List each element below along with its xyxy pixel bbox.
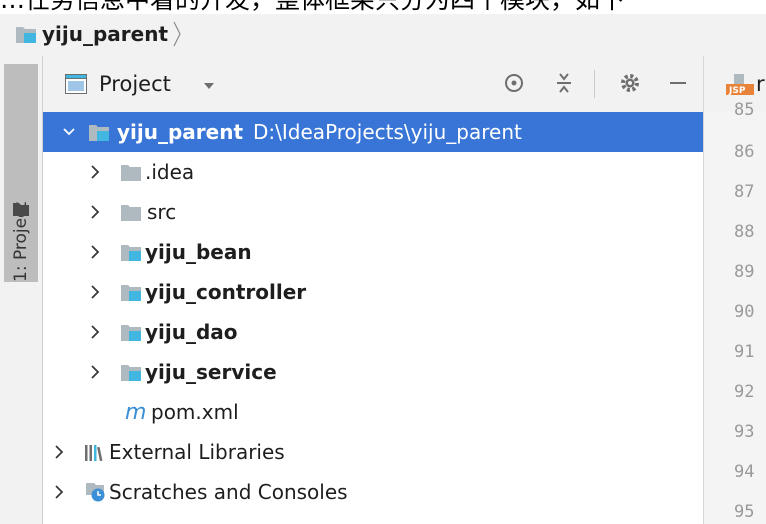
project-view-title[interactable]: Project <box>99 72 171 96</box>
tree-item-label: yiju_bean <box>145 240 252 264</box>
module-folder-icon <box>121 285 141 301</box>
chevron-down-icon[interactable] <box>63 124 75 140</box>
chevron-right-icon[interactable] <box>89 244 101 260</box>
scratches-icon <box>86 483 105 502</box>
chevron-right-icon[interactable] <box>89 284 101 300</box>
editor-area: JSP r 85 86 87 88 89 90 91 92 93 94 95 <box>703 56 766 524</box>
module-folder-icon <box>89 125 109 141</box>
module-folder-icon <box>121 365 141 381</box>
line-number: 88 <box>734 222 755 242</box>
tree-item-label: yiju_service <box>145 360 277 384</box>
maven-file-icon: m <box>125 402 146 422</box>
breadcrumb-chevron-icon <box>173 21 181 47</box>
project-window-icon <box>65 74 87 94</box>
tree-row-src[interactable]: src <box>43 192 703 232</box>
tree-row-root[interactable]: yiju_parent D:\IdeaProjects\yiju_parent <box>43 112 703 152</box>
chevron-right-icon[interactable] <box>53 444 65 460</box>
tree-row-yiju-bean[interactable]: yiju_bean <box>43 232 703 272</box>
chevron-right-icon[interactable] <box>89 364 101 380</box>
tree-row-idea[interactable]: .idea <box>43 152 703 192</box>
line-number: 93 <box>734 422 755 442</box>
line-number: 92 <box>734 382 755 402</box>
tree-row-yiju-dao[interactable]: yiju_dao <box>43 312 703 352</box>
module-folder-icon <box>121 325 141 341</box>
tree-row-pom-xml[interactable]: m pom.xml <box>43 392 703 432</box>
folder-icon <box>13 203 29 216</box>
collapse-all-icon[interactable] <box>553 72 575 94</box>
caption-text: …任务信息中着的开发，整体框架只分为四个模块，如下 <box>0 0 625 13</box>
navigation-bar: yiju_parent <box>0 14 766 56</box>
jsp-file-icon: JSP <box>726 74 754 96</box>
folder-icon <box>121 205 141 221</box>
tree-item-label: .idea <box>145 160 195 184</box>
project-panel-header: Project <box>43 56 703 112</box>
breadcrumb-label: yiju_parent <box>42 22 169 46</box>
minimize-icon[interactable] <box>667 72 689 94</box>
chevron-right-icon[interactable] <box>53 484 65 500</box>
editor-tab-label: r <box>756 72 765 96</box>
view-dropdown-icon[interactable] <box>203 82 215 90</box>
folder-icon <box>121 165 141 181</box>
chevron-right-icon[interactable] <box>89 204 101 220</box>
tool-window-bar: 1: Project <box>0 56 43 524</box>
gear-icon[interactable] <box>619 72 641 94</box>
tree-item-label: External Libraries <box>109 440 285 464</box>
module-folder-icon <box>16 27 36 43</box>
tree-item-label: yiju_parent <box>117 120 244 144</box>
tree-row-yiju-service[interactable]: yiju_service <box>43 352 703 392</box>
line-number: 91 <box>734 342 755 362</box>
breadcrumb[interactable]: yiju_parent <box>16 20 182 48</box>
project-tool-window-button[interactable]: 1: Project <box>4 64 38 282</box>
chevron-right-icon[interactable] <box>89 164 101 180</box>
project-tree: yiju_parent D:\IdeaProjects\yiju_parent … <box>43 112 703 524</box>
line-number: 89 <box>734 262 755 282</box>
line-number: 95 <box>734 502 755 522</box>
tree-row-external-libraries[interactable]: External Libraries <box>43 432 703 472</box>
line-number-gutter: 85 86 87 88 89 90 91 92 93 94 95 <box>704 100 766 524</box>
svg-text:m: m <box>125 402 146 422</box>
project-tool-window-label: 1: Project <box>11 201 31 282</box>
tree-row-yiju-controller[interactable]: yiju_controller <box>43 272 703 312</box>
tree-item-label: Scratches and Consoles <box>109 480 348 504</box>
tree-item-label: yiju_controller <box>145 280 307 304</box>
tree-item-label: src <box>147 200 177 224</box>
library-icon <box>85 445 103 461</box>
line-number: 87 <box>734 182 755 202</box>
line-number: 85 <box>734 100 755 120</box>
module-folder-icon <box>121 245 141 261</box>
toolbar-separator <box>594 70 595 98</box>
caption-strip: …任务信息中着的开发，整体框架只分为四个模块，如下 <box>0 0 766 14</box>
line-number: 90 <box>734 302 755 322</box>
jsp-icon-label: JSP <box>728 86 746 96</box>
chevron-right-icon[interactable] <box>89 324 101 340</box>
tree-row-scratches[interactable]: Scratches and Consoles <box>43 472 703 512</box>
tree-item-label: pom.xml <box>151 400 239 424</box>
line-number: 86 <box>734 142 755 162</box>
tree-item-label: yiju_dao <box>145 320 238 344</box>
line-number: 94 <box>734 462 755 482</box>
tree-item-path: D:\IdeaProjects\yiju_parent <box>253 120 522 144</box>
locate-target-icon[interactable] <box>503 72 525 94</box>
